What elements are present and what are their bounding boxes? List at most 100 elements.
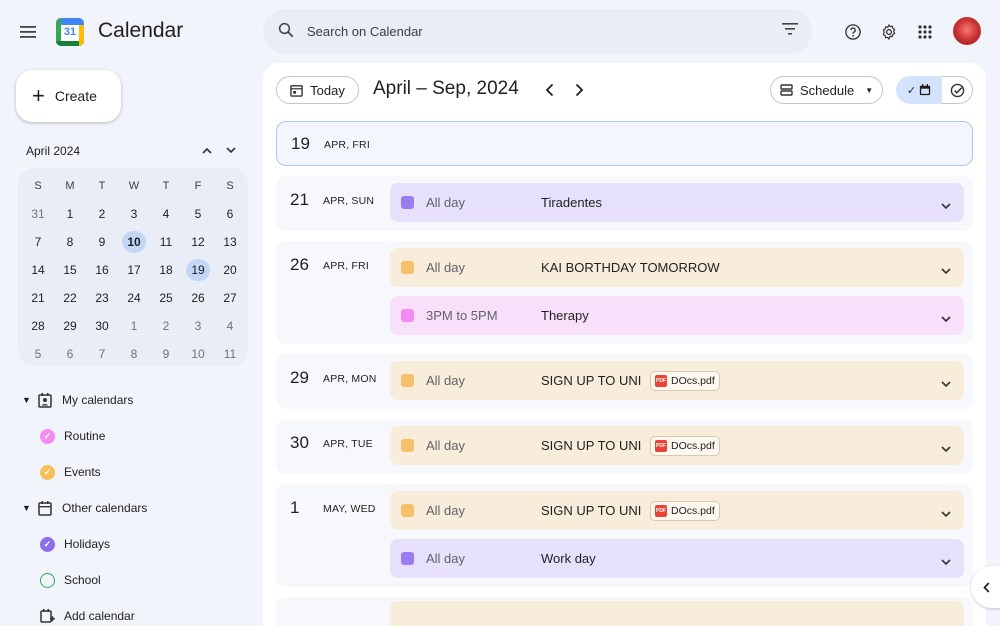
- mini-calendar-day[interactable]: 18: [150, 256, 182, 284]
- mini-calendar-day[interactable]: 27: [214, 284, 246, 312]
- mini-calendar-day[interactable]: 1: [118, 312, 150, 340]
- expand-event-button[interactable]: [941, 553, 951, 571]
- mini-calendar-next-button[interactable]: [222, 141, 240, 159]
- mini-calendar-day[interactable]: 25: [150, 284, 182, 312]
- day-number[interactable]: 26: [290, 255, 309, 275]
- event-card[interactable]: 3PM to 5PM Therapy: [390, 296, 964, 335]
- my-calendars-toggle[interactable]: ▼ My calendars: [22, 390, 133, 410]
- day-number[interactable]: 21: [290, 190, 309, 210]
- mini-calendar-day[interactable]: 10: [122, 231, 146, 253]
- mini-calendar-day[interactable]: 5: [22, 340, 54, 368]
- mini-calendar-day[interactable]: 26: [182, 284, 214, 312]
- create-button[interactable]: + Create: [16, 70, 121, 122]
- previous-period-button[interactable]: [539, 80, 559, 100]
- mini-calendar-day[interactable]: 13: [214, 228, 246, 256]
- mini-calendar-day[interactable]: 6: [54, 340, 86, 368]
- tasks-view-toggle[interactable]: [942, 76, 973, 104]
- mini-calendar-day[interactable]: 31: [22, 200, 54, 228]
- search-input[interactable]: [307, 19, 747, 43]
- account-avatar[interactable]: [953, 17, 981, 45]
- mini-calendar-day[interactable]: 12: [182, 228, 214, 256]
- mini-calendar-day[interactable]: 11: [150, 228, 182, 256]
- mini-calendar-day[interactable]: 9: [150, 340, 182, 368]
- expand-event-button[interactable]: [941, 375, 951, 393]
- chevron-down-icon: [941, 381, 951, 388]
- mini-calendar-day[interactable]: 6: [214, 200, 246, 228]
- add-calendar-button[interactable]: Add calendar: [40, 606, 135, 626]
- checkbox-checked-icon[interactable]: ✓: [40, 428, 55, 444]
- mini-calendar-day[interactable]: 2: [86, 200, 118, 228]
- event-card[interactable]: All day Work day: [390, 539, 964, 578]
- help-button[interactable]: [840, 19, 866, 45]
- day-number[interactable]: 1: [290, 498, 299, 518]
- event-card[interactable]: All day Tiradentes: [390, 183, 964, 222]
- mini-calendar-day[interactable]: 5: [182, 200, 214, 228]
- calendar-item-events[interactable]: ✓ Events: [40, 462, 101, 482]
- mini-calendar-day[interactable]: 24: [118, 284, 150, 312]
- checkbox-unchecked-icon[interactable]: [40, 572, 55, 588]
- expand-event-button[interactable]: [941, 262, 951, 280]
- mini-calendar-day[interactable]: 21: [22, 284, 54, 312]
- mini-calendar-day[interactable]: 7: [22, 228, 54, 256]
- search-bar[interactable]: [263, 9, 812, 54]
- checkbox-checked-icon[interactable]: ✓: [40, 464, 55, 480]
- mini-calendar-day[interactable]: 22: [54, 284, 86, 312]
- mini-calendar-day[interactable]: 2: [150, 312, 182, 340]
- other-calendars-toggle[interactable]: ▼ Other calendars: [22, 498, 147, 518]
- attachment-chip[interactable]: PDF DOcs.pdf: [650, 436, 720, 456]
- next-period-button[interactable]: [569, 80, 589, 100]
- mini-calendar-day[interactable]: 3: [182, 312, 214, 340]
- mini-calendar-day[interactable]: 14: [22, 256, 54, 284]
- mini-calendar-month: April 2024: [26, 144, 81, 158]
- event-card-partial[interactable]: [390, 601, 964, 626]
- day-number[interactable]: 29: [290, 368, 309, 388]
- mini-calendar-day[interactable]: 16: [86, 256, 118, 284]
- settings-button[interactable]: [876, 19, 902, 45]
- mini-calendar-day[interactable]: 3: [118, 200, 150, 228]
- checkbox-checked-icon[interactable]: ✓: [40, 536, 55, 552]
- view-selector[interactable]: Schedule ▼: [770, 76, 883, 104]
- mini-calendar-day[interactable]: 19: [186, 259, 210, 281]
- main-menu-button[interactable]: [14, 18, 42, 46]
- mini-calendar-day[interactable]: 23: [86, 284, 118, 312]
- calendar-view-toggle[interactable]: ✓: [896, 76, 942, 104]
- event-color-indicator: [401, 374, 414, 387]
- attachment-chip[interactable]: PDF DOcs.pdf: [650, 371, 720, 391]
- mini-calendar-day[interactable]: 7: [86, 340, 118, 368]
- event-card[interactable]: All day SIGN UP TO UNI PDF DOcs.pdf: [390, 426, 964, 465]
- day-number[interactable]: 30: [290, 433, 309, 453]
- filter-icon[interactable]: [782, 22, 798, 36]
- mini-calendar-day[interactable]: 30: [86, 312, 118, 340]
- mini-calendar-day[interactable]: 4: [214, 312, 246, 340]
- help-icon: [845, 24, 861, 40]
- app-title: Calendar: [98, 19, 184, 42]
- mini-calendar-day[interactable]: 15: [54, 256, 86, 284]
- mini-calendar-day[interactable]: 28: [22, 312, 54, 340]
- mini-calendar-day[interactable]: 10: [182, 340, 214, 368]
- calendar-item-school[interactable]: School: [40, 570, 101, 590]
- event-card[interactable]: All day SIGN UP TO UNI PDF DOcs.pdf: [390, 491, 964, 530]
- mini-calendar-day[interactable]: 29: [54, 312, 86, 340]
- calendar-item-holidays[interactable]: ✓ Holidays: [40, 534, 110, 554]
- event-card[interactable]: All day SIGN UP TO UNI PDF DOcs.pdf: [390, 361, 964, 400]
- mini-calendar-day[interactable]: 11: [214, 340, 246, 368]
- day-number[interactable]: 19: [291, 134, 310, 154]
- mini-calendar-day[interactable]: 8: [54, 228, 86, 256]
- mini-calendar-day[interactable]: 1: [54, 200, 86, 228]
- expand-event-button[interactable]: [941, 310, 951, 328]
- expand-event-button[interactable]: [941, 440, 951, 458]
- mini-calendar-day[interactable]: 17: [118, 256, 150, 284]
- calendar-item-routine[interactable]: ✓ Routine: [40, 426, 105, 446]
- mini-calendar-day[interactable]: 20: [214, 256, 246, 284]
- mini-calendar-day[interactable]: 8: [118, 340, 150, 368]
- mini-calendar-day[interactable]: 4: [150, 200, 182, 228]
- today-button[interactable]: Today: [276, 76, 359, 104]
- expand-event-button[interactable]: [941, 505, 951, 523]
- event-time: All day: [426, 195, 466, 210]
- mini-calendar-prev-button[interactable]: [198, 141, 216, 159]
- apps-button[interactable]: [912, 19, 938, 45]
- mini-calendar-day[interactable]: 9: [86, 228, 118, 256]
- event-card[interactable]: All day KAI BORTHDAY TOMORROW: [390, 248, 964, 287]
- attachment-chip[interactable]: PDF DOcs.pdf: [650, 501, 720, 521]
- expand-event-button[interactable]: [941, 197, 951, 215]
